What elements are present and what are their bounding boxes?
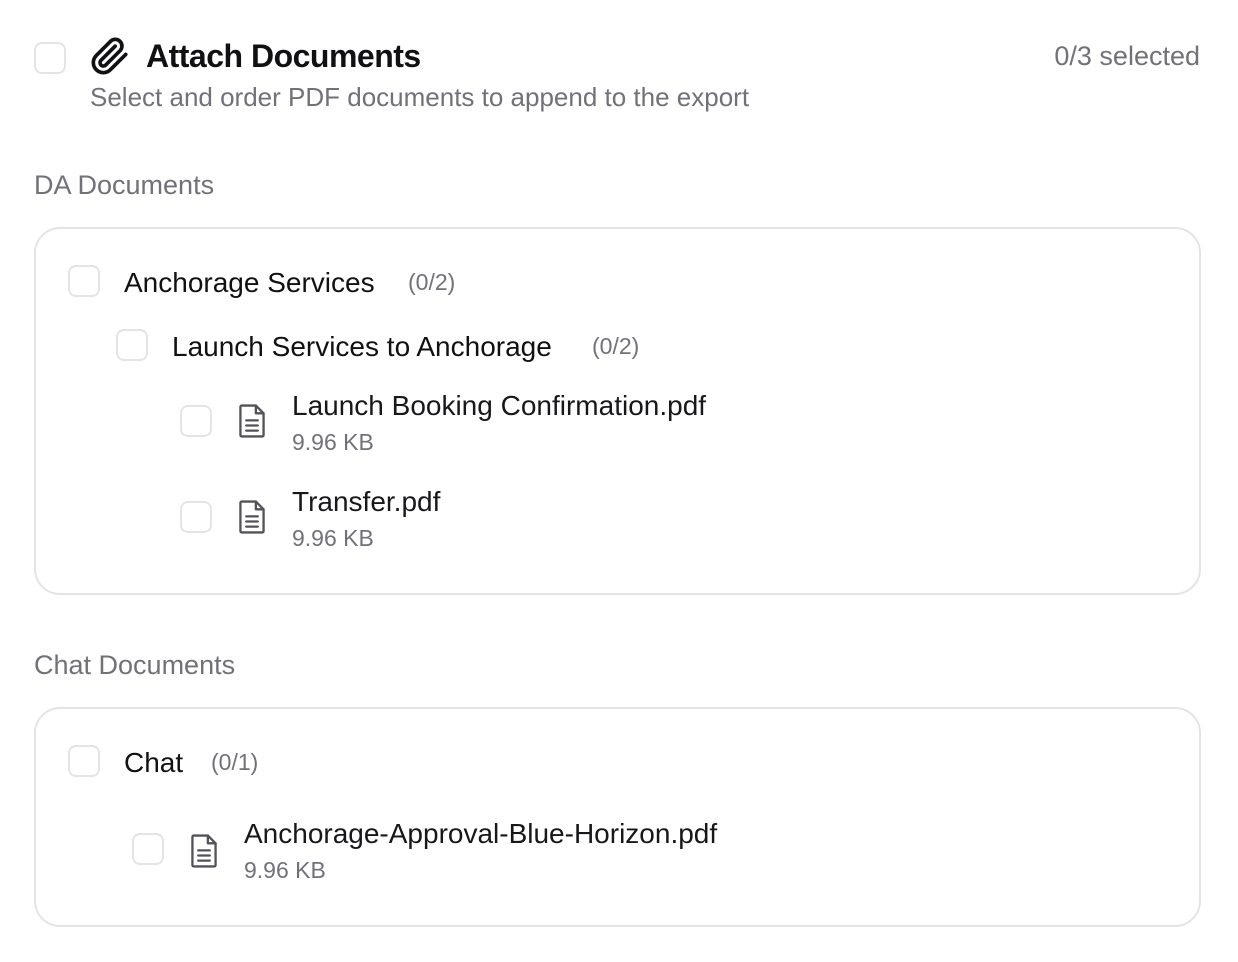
- selected-count: 0/3 selected: [1054, 41, 1200, 71]
- subgroup-count-launch-services: (0/2): [592, 333, 640, 359]
- file-checkbox-launch-booking-confirmation[interactable]: [180, 405, 212, 437]
- page-title: Attach Documents: [146, 38, 421, 74]
- group-checkbox-chat[interactable]: [68, 745, 100, 777]
- group-label-anchorage-services: Anchorage Services: [124, 267, 375, 298]
- chat-documents-card: Chat (0/1) Anchorage-Approval-Blue-Horiz…: [34, 707, 1201, 927]
- file-checkbox-anchorage-approval[interactable]: [132, 833, 164, 865]
- file-size: 9.96 KB: [292, 429, 374, 455]
- file-checkbox-transfer[interactable]: [180, 501, 212, 533]
- file-name: Launch Booking Confirmation.pdf: [292, 390, 707, 421]
- paperclip-icon: [91, 37, 128, 75]
- section-label-chat-documents: Chat Documents: [34, 650, 236, 680]
- section-label-da-documents: DA Documents: [34, 170, 215, 200]
- subgroup-checkbox-launch-services[interactable]: [116, 329, 148, 361]
- file-text-icon: [191, 834, 217, 868]
- page-subtitle: Select and order PDF documents to append…: [90, 82, 750, 112]
- file-name: Transfer.pdf: [292, 486, 441, 517]
- select-all-checkbox[interactable]: [34, 42, 66, 74]
- subgroup-label-launch-services: Launch Services to Anchorage: [172, 331, 552, 362]
- group-label-chat: Chat: [124, 747, 184, 778]
- group-checkbox-anchorage-services[interactable]: [68, 265, 100, 297]
- file-text-icon: [239, 404, 265, 438]
- attach-documents-panel: Attach Documents Select and order PDF do…: [0, 0, 1238, 962]
- file-size: 9.96 KB: [292, 525, 374, 551]
- file-size: 9.96 KB: [244, 857, 326, 883]
- group-count-anchorage-services: (0/2): [408, 269, 456, 295]
- file-name: Anchorage-Approval-Blue-Horizon.pdf: [244, 818, 718, 849]
- file-text-icon: [239, 500, 265, 534]
- group-count-chat: (0/1): [211, 749, 259, 775]
- da-documents-card: Anchorage Services (0/2) Launch Services…: [34, 227, 1201, 595]
